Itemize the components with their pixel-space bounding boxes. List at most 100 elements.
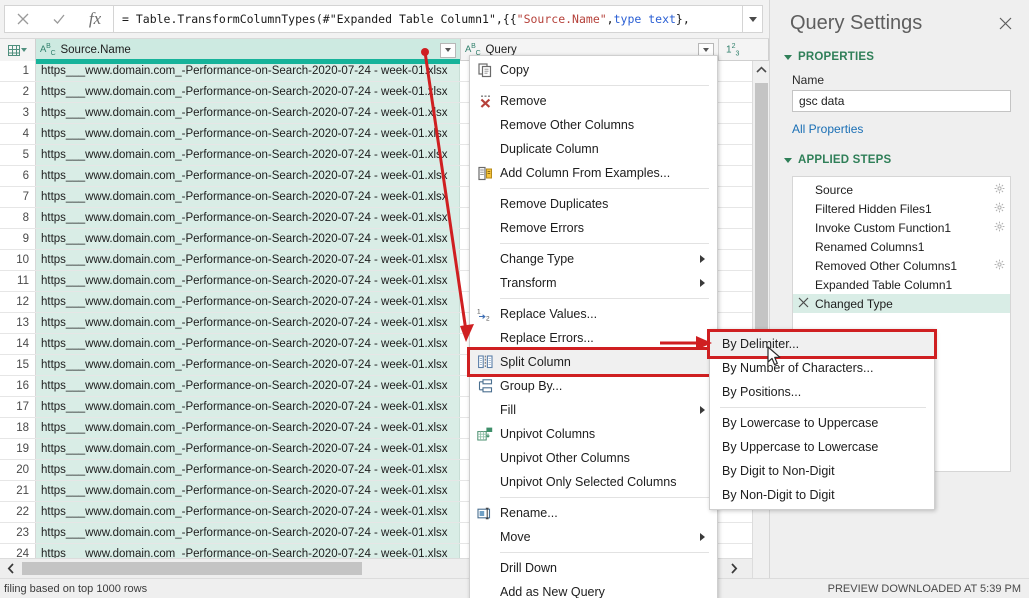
menu-item-duplicate-column[interactable]: Duplicate Column <box>470 137 717 161</box>
row-number[interactable]: 10 <box>0 250 36 270</box>
submenu-item-by-uppercase-to-lowercase[interactable]: By Uppercase to Lowercase <box>710 435 934 459</box>
applied-step-removed-other-columns1[interactable]: Removed Other Columns1 <box>793 256 1010 275</box>
menu-item-change-type[interactable]: Change Type <box>470 247 717 271</box>
row-number[interactable]: 15 <box>0 355 36 375</box>
formula-expand-button[interactable] <box>743 5 763 33</box>
query-name-input[interactable]: gsc data <box>792 90 1011 112</box>
menu-item-drill-down[interactable]: Drill Down <box>470 556 717 580</box>
row-number[interactable]: 1 <box>0 61 36 81</box>
menu-item-remove-other-columns[interactable]: Remove Other Columns <box>470 113 717 137</box>
applied-step-filtered-hidden-files1[interactable]: Filtered Hidden Files1 <box>793 199 1010 218</box>
row-number[interactable]: 11 <box>0 271 36 291</box>
menu-item-move[interactable]: Move <box>470 525 717 549</box>
column-header-numeric[interactable]: 123 <box>719 39 769 61</box>
menu-item-replace-errors[interactable]: Replace Errors... <box>470 326 717 350</box>
menu-item-add-column-from-examples[interactable]: Add Column From Examples... <box>470 161 717 185</box>
cell-source-name[interactable]: https___www.domain.com_-Performance-on-S… <box>36 208 460 228</box>
row-number[interactable]: 16 <box>0 376 36 396</box>
grid-corner-button[interactable] <box>0 39 36 61</box>
gear-icon[interactable] <box>994 259 1005 273</box>
cell-source-name[interactable]: https___www.domain.com_-Performance-on-S… <box>36 355 460 375</box>
cell-source-name[interactable]: https___www.domain.com_-Performance-on-S… <box>36 271 460 291</box>
cell-source-name[interactable]: https___www.domain.com_-Performance-on-S… <box>36 460 460 480</box>
cell-source-name[interactable]: https___www.domain.com_-Performance-on-S… <box>36 439 460 459</box>
cell-source-name[interactable]: https___www.domain.com_-Performance-on-S… <box>36 61 460 81</box>
menu-item-unpivot-other-columns[interactable]: Unpivot Other Columns <box>470 446 717 470</box>
cell-source-name[interactable]: https___www.domain.com_-Performance-on-S… <box>36 523 460 543</box>
menu-item-add-as-new-query[interactable]: Add as New Query <box>470 580 717 598</box>
submenu-item-by-non-digit-to-digit[interactable]: By Non-Digit to Digit <box>710 483 934 507</box>
submenu-item-by-positions[interactable]: By Positions... <box>710 380 934 404</box>
delete-step-icon[interactable] <box>798 297 809 311</box>
row-number[interactable]: 6 <box>0 166 36 186</box>
cell-source-name[interactable]: https___www.domain.com_-Performance-on-S… <box>36 103 460 123</box>
applied-steps-section-header[interactable]: APPLIED STEPS <box>770 154 1029 166</box>
applied-step-changed-type[interactable]: Changed Type <box>793 294 1010 313</box>
submenu-item-by-digit-to-non-digit[interactable]: By Digit to Non-Digit <box>710 459 934 483</box>
cell-source-name[interactable]: https___www.domain.com_-Performance-on-S… <box>36 187 460 207</box>
cell-source-name[interactable]: https___www.domain.com_-Performance-on-S… <box>36 292 460 312</box>
column-filter-button-source-name[interactable] <box>440 43 456 58</box>
cell-source-name[interactable]: https___www.domain.com_-Performance-on-S… <box>36 145 460 165</box>
check-icon[interactable] <box>41 6 77 32</box>
chevron-left-icon[interactable] <box>0 560 22 578</box>
cell-source-name[interactable]: https___www.domain.com_-Performance-on-S… <box>36 250 460 270</box>
gear-icon[interactable] <box>994 221 1005 235</box>
close-icon[interactable] <box>5 6 41 32</box>
applied-step-expanded-table-column1[interactable]: Expanded Table Column1 <box>793 275 1010 294</box>
menu-item-replace-values[interactable]: 12Replace Values... <box>470 302 717 326</box>
cell-source-name[interactable]: https___www.domain.com_-Performance-on-S… <box>36 334 460 354</box>
menu-item-unpivot-only-selected-columns[interactable]: Unpivot Only Selected Columns <box>470 470 717 494</box>
split-column-submenu[interactable]: By Delimiter...By Number of Characters..… <box>709 329 935 510</box>
menu-item-remove-errors[interactable]: Remove Errors <box>470 216 717 240</box>
row-number[interactable]: 12 <box>0 292 36 312</box>
row-number[interactable]: 5 <box>0 145 36 165</box>
menu-item-fill[interactable]: Fill <box>470 398 717 422</box>
row-number[interactable]: 3 <box>0 103 36 123</box>
menu-item-transform[interactable]: Transform <box>470 271 717 295</box>
cell-source-name[interactable]: https___www.domain.com_-Performance-on-S… <box>36 481 460 501</box>
row-number[interactable]: 17 <box>0 397 36 417</box>
row-number[interactable]: 18 <box>0 418 36 438</box>
formula-input[interactable]: = Table.TransformColumnTypes(#"Expanded … <box>113 5 743 33</box>
row-number[interactable]: 23 <box>0 523 36 543</box>
menu-item-split-column[interactable]: Split Column <box>470 350 717 374</box>
cell-source-name[interactable]: https___www.domain.com_-Performance-on-S… <box>36 82 460 102</box>
row-number[interactable]: 21 <box>0 481 36 501</box>
row-number[interactable]: 14 <box>0 334 36 354</box>
menu-item-rename[interactable]: Rename... <box>470 501 717 525</box>
row-number[interactable]: 2 <box>0 82 36 102</box>
all-properties-link[interactable]: All Properties <box>770 112 1029 136</box>
cell-source-name[interactable]: https___www.domain.com_-Performance-on-S… <box>36 502 460 522</box>
row-number[interactable]: 4 <box>0 124 36 144</box>
menu-item-remove[interactable]: Remove <box>470 89 717 113</box>
cell-source-name[interactable]: https___www.domain.com_-Performance-on-S… <box>36 397 460 417</box>
grid-horizontal-scrollbar-thumb[interactable] <box>22 562 362 575</box>
gear-icon[interactable] <box>994 202 1005 216</box>
column-header-source-name[interactable]: ABC Source.Name <box>36 39 461 61</box>
row-number[interactable]: 8 <box>0 208 36 228</box>
row-number[interactable]: 13 <box>0 313 36 333</box>
column-context-menu[interactable]: Copy RemoveRemove Other ColumnsDuplicate … <box>469 55 718 598</box>
chevron-right-icon[interactable] <box>723 560 745 578</box>
grid-vertical-scrollbar-thumb[interactable] <box>755 83 768 333</box>
menu-item-remove-duplicates[interactable]: Remove Duplicates <box>470 192 717 216</box>
row-number[interactable]: 7 <box>0 187 36 207</box>
gear-icon[interactable] <box>994 183 1005 197</box>
cell-source-name[interactable]: https___www.domain.com_-Performance-on-S… <box>36 229 460 249</box>
chevron-up-icon[interactable] <box>753 61 769 78</box>
cell-source-name[interactable]: https___www.domain.com_-Performance-on-S… <box>36 376 460 396</box>
cell-source-name[interactable]: https___www.domain.com_-Performance-on-S… <box>36 418 460 438</box>
cell-source-name[interactable]: https___www.domain.com_-Performance-on-S… <box>36 166 460 186</box>
applied-step-renamed-columns1[interactable]: Renamed Columns1 <box>793 237 1010 256</box>
cell-source-name[interactable]: https___www.domain.com_-Performance-on-S… <box>36 313 460 333</box>
row-number[interactable]: 19 <box>0 439 36 459</box>
applied-step-invoke-custom-function1[interactable]: Invoke Custom Function1 <box>793 218 1010 237</box>
row-number[interactable]: 20 <box>0 460 36 480</box>
menu-item-copy[interactable]: Copy <box>470 58 717 82</box>
menu-item-group-by[interactable]: Group By... <box>470 374 717 398</box>
menu-item-unpivot-columns[interactable]: Unpivot Columns <box>470 422 717 446</box>
row-number[interactable]: 9 <box>0 229 36 249</box>
submenu-item-by-delimiter[interactable]: By Delimiter... <box>710 332 934 356</box>
row-number[interactable]: 22 <box>0 502 36 522</box>
